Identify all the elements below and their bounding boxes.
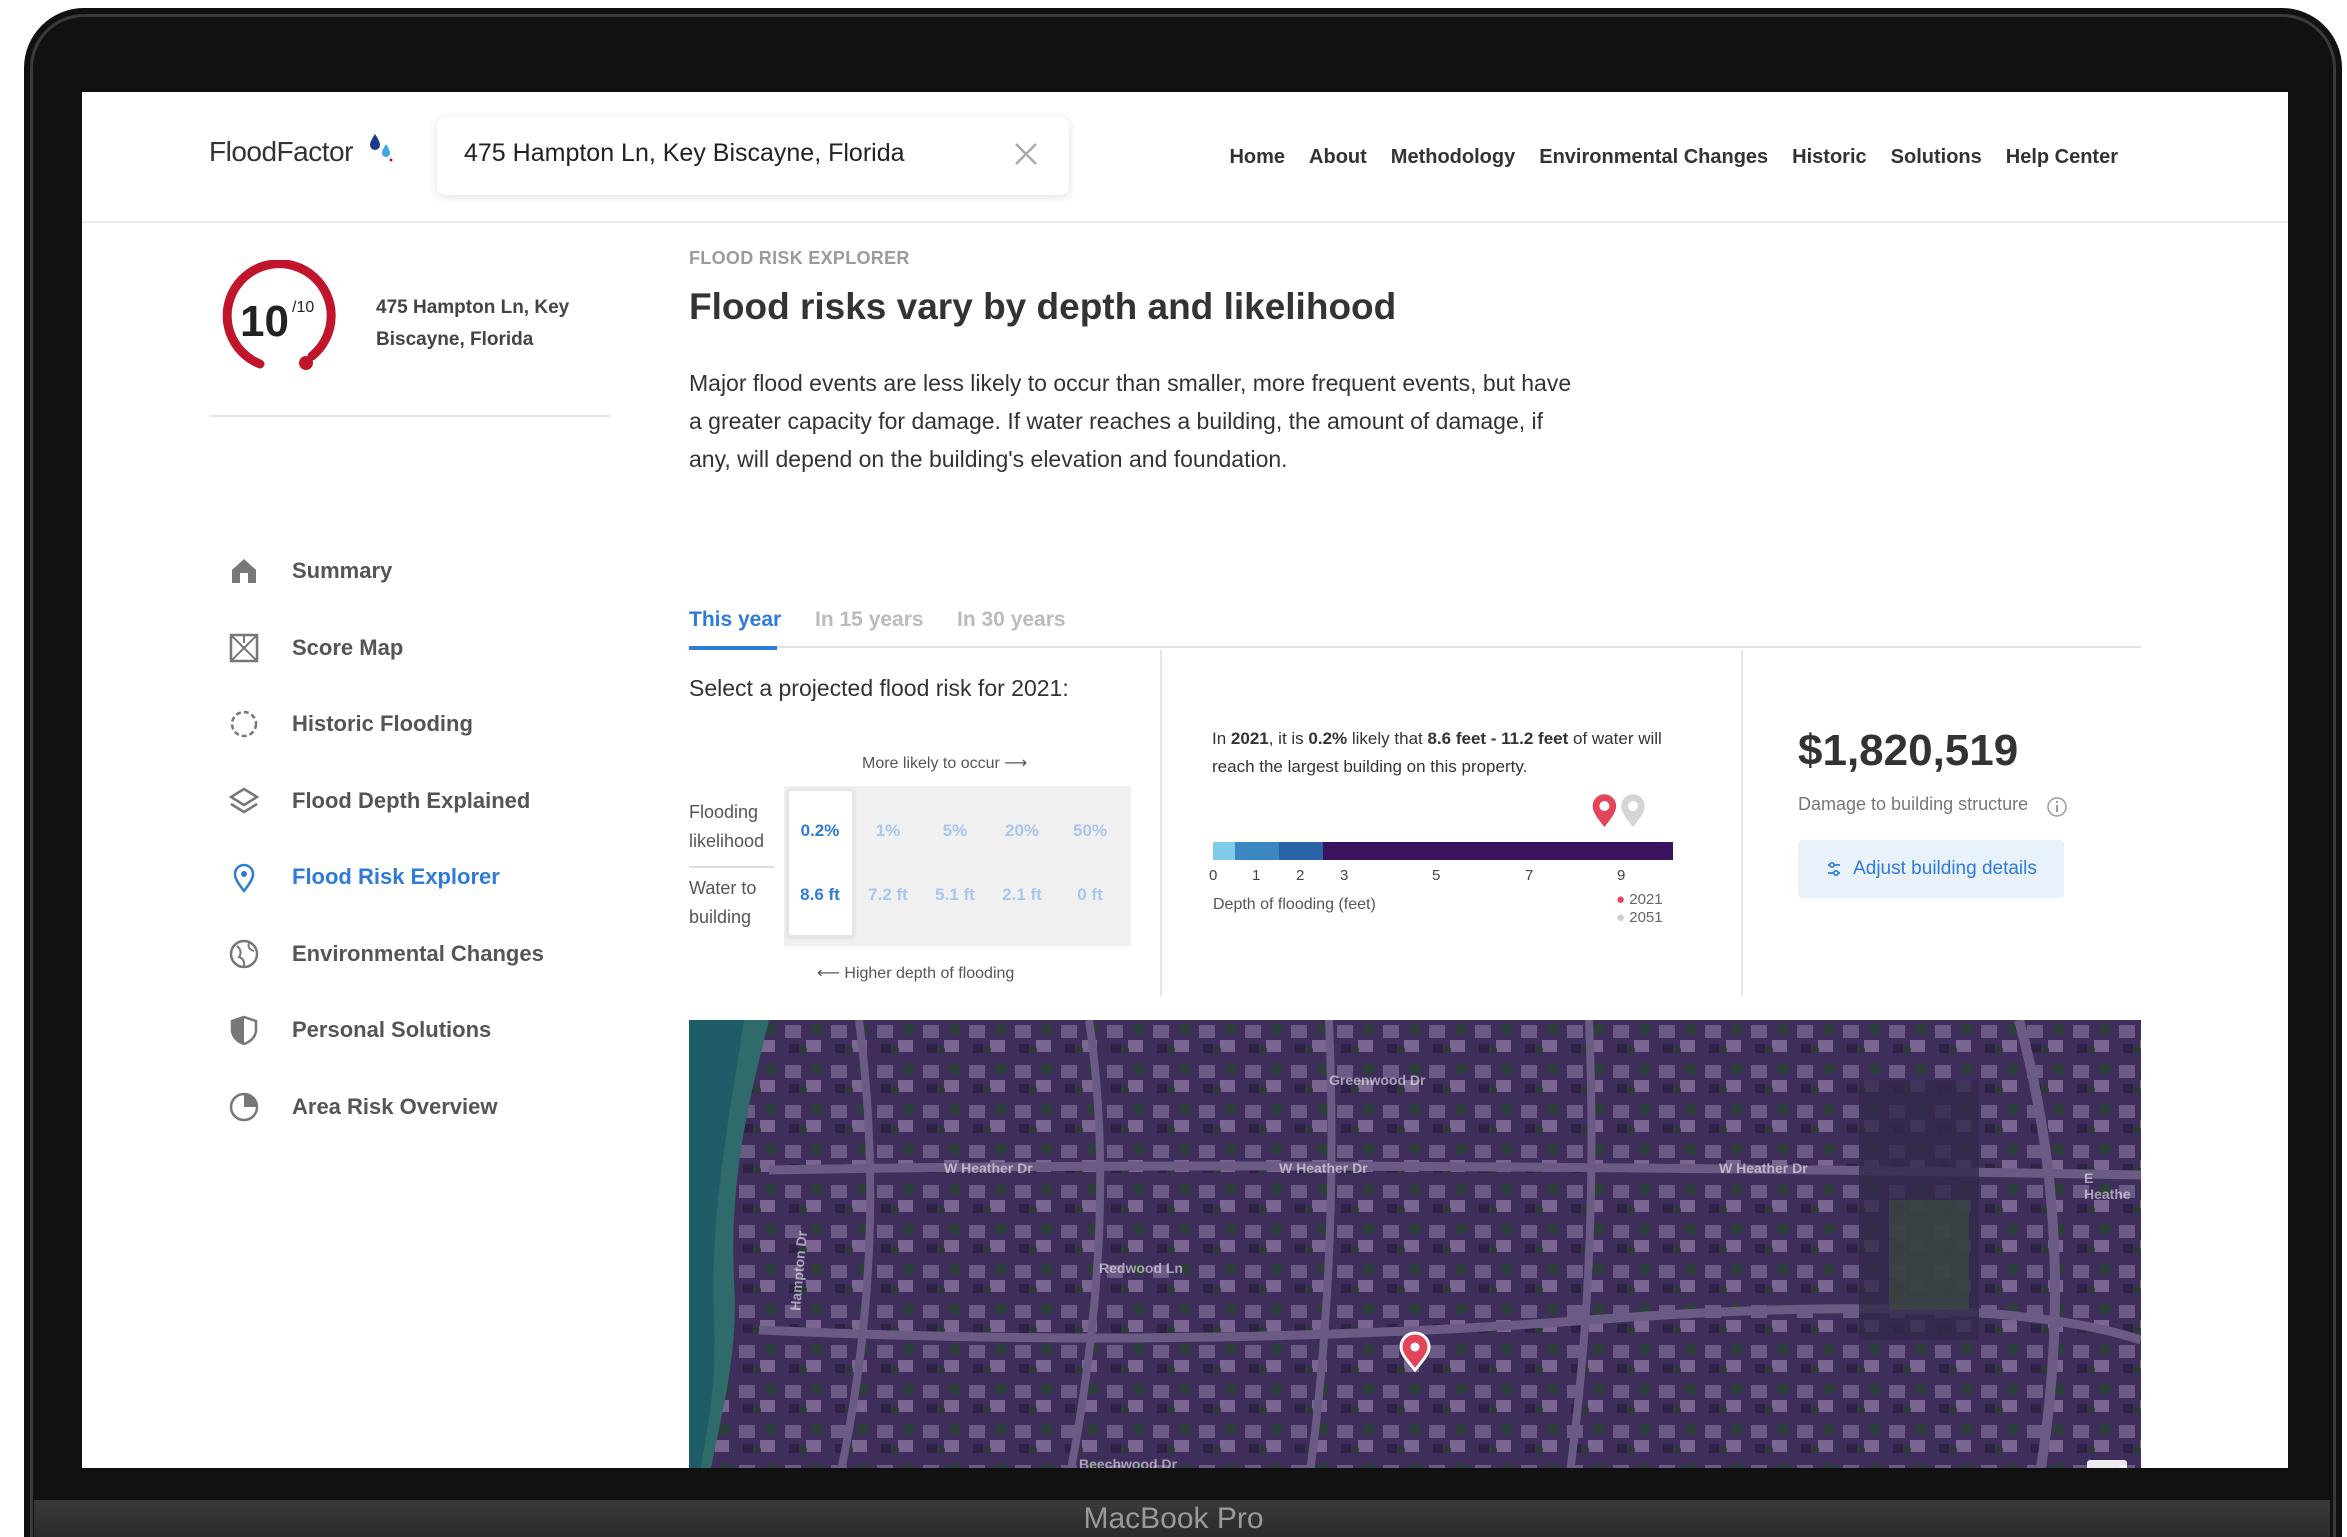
site-header: FloodFactor 475 Hampton Ln, Key Biscayne… <box>82 92 2288 223</box>
browser-screen: FloodFactor 475 Hampton Ln, Key Biscayne… <box>82 92 2288 1468</box>
layers-icon <box>228 787 260 814</box>
street-label: E Heathe <box>2084 1170 2131 1202</box>
nav-about[interactable]: About <box>1309 146 1367 169</box>
device-label: MacBook Pro <box>1083 1502 1264 1535</box>
pin-icon <box>233 863 255 894</box>
street-label: W Heather Dr <box>1719 1160 1808 1176</box>
timeframe-tabs: This year In 15 years In 30 years <box>689 608 2141 650</box>
section-eyebrow: FLOOD RISK EXPLORER <box>689 248 910 268</box>
drops-logo-icon <box>370 134 393 162</box>
shield-icon <box>230 1015 258 1046</box>
depth-option[interactable]: 8.6 ft <box>790 885 850 905</box>
divider <box>209 415 610 417</box>
depth-option[interactable]: 5.1 ft <box>925 885 985 905</box>
logo[interactable]: FloodFactor <box>209 136 353 168</box>
likelihood-option[interactable]: 0.2% <box>790 821 850 841</box>
likelihood-row-label: Flooding likelihood <box>689 802 765 851</box>
risk-sentence: In 2021, it is 0.2% likely that 8.6 feet… <box>1212 729 1662 776</box>
likelihood-option[interactable]: 5% <box>925 821 985 841</box>
depth-option[interactable]: 7.2 ft <box>858 885 918 905</box>
legend-2051: ● 2051 <box>1616 909 1663 926</box>
main-nav: Home About Methodology Environmental Cha… <box>1229 146 2118 169</box>
nav-environmental-changes[interactable]: Environmental Changes <box>1539 146 1768 169</box>
pie-icon <box>229 1092 259 1122</box>
damage-label: Damage to building structure <box>1798 794 2029 814</box>
address-search[interactable]: 475 Hampton Ln, Key Biscayne, Florida <box>437 117 1069 195</box>
page-description: Major flood events are less likely to oc… <box>689 370 1572 472</box>
tab-in-30-years[interactable]: In 30 years <box>957 608 1066 632</box>
home-icon <box>232 559 256 583</box>
depth-tick: 3 <box>1340 867 1349 884</box>
likelihood-option[interactable]: 20% <box>992 821 1052 841</box>
depth-tick: 0 <box>1209 867 1218 884</box>
nav-methodology[interactable]: Methodology <box>1391 146 1515 169</box>
history-icon <box>230 710 258 738</box>
sidebar-item-flood-depth-explained[interactable]: Flood Depth Explained <box>227 781 530 821</box>
close-icon[interactable] <box>1013 141 1039 167</box>
flood-score-value: 10 <box>240 297 289 346</box>
street-label: Greenwood Dr <box>1329 1072 1426 1088</box>
depth-tick: 7 <box>1525 867 1534 884</box>
divider <box>689 866 774 868</box>
info-icon[interactable] <box>2046 796 2068 818</box>
depth-axis-label: Depth of flooding (feet) <box>1213 896 1376 913</box>
map-icon <box>229 633 259 663</box>
nav-home[interactable]: Home <box>1229 146 1285 169</box>
depth-option[interactable]: 2.1 ft <box>992 885 1052 905</box>
likelihood-option[interactable]: 1% <box>858 821 918 841</box>
risk-select-title: Select a projected flood risk for 2021: <box>689 675 1069 701</box>
selected-risk-column[interactable] <box>787 789 854 937</box>
sidebar-item-flood-risk-explorer[interactable]: Flood Risk Explorer <box>227 857 500 897</box>
property-map[interactable]: Greenwood Dr W Heather Dr W Heather Dr W… <box>689 1020 2141 1468</box>
depth-marker-2021 <box>1590 791 1619 831</box>
higher-depth-label: ⟵ Higher depth of flooding <box>817 965 1015 982</box>
search-input[interactable]: 475 Hampton Ln, Key Biscayne, Florida <box>464 139 905 168</box>
expand-icon[interactable] <box>2087 1460 2127 1468</box>
property-address: 475 Hampton Ln, Key Biscayne, Florida <box>376 297 570 350</box>
damage-value: $1,820,519 <box>1798 726 2019 775</box>
sidebar-item-personal-solutions[interactable]: Personal Solutions <box>227 1010 491 1050</box>
depth-tick: 1 <box>1252 867 1261 884</box>
nav-solutions[interactable]: Solutions <box>1891 146 1982 169</box>
flood-score-max: /10 <box>292 299 314 316</box>
depth-option[interactable]: 0 ft <box>1060 885 1120 905</box>
water-row-label: Water to building <box>689 878 757 927</box>
street-label: W Heather Dr <box>944 1160 1033 1176</box>
page-title: Flood risks vary by depth and likelihood <box>689 286 1397 327</box>
likelihood-option[interactable]: 50% <box>1060 821 1120 841</box>
sliders-icon <box>1828 861 1841 877</box>
globe-icon <box>229 939 259 969</box>
adjust-building-button[interactable]: Adjust building details <box>1798 840 2064 898</box>
sidebar-item-environmental-changes[interactable]: Environmental Changes <box>227 934 544 974</box>
year-legend: ● 2021 ● 2051 <box>1616 891 1663 927</box>
sidebar-item-summary[interactable]: Summary <box>227 551 392 591</box>
sidebar-item-historic-flooding[interactable]: Historic Flooding <box>227 704 473 744</box>
street-label: Beechwood Dr <box>1079 1456 1178 1468</box>
flood-score-gauge: 10 /10 <box>222 260 336 370</box>
divider <box>1160 650 1162 996</box>
depth-tick: 9 <box>1617 867 1626 884</box>
street-label: W Heather Dr <box>1279 1160 1368 1176</box>
street-label: Redwood Ln <box>1099 1260 1183 1276</box>
sidebar-item-area-risk-overview[interactable]: Area Risk Overview <box>227 1087 497 1127</box>
nav-historic[interactable]: Historic <box>1792 146 1866 169</box>
more-likely-label: More likely to occur ⟶ <box>862 755 1028 772</box>
depth-marker-2051 <box>1618 791 1648 831</box>
active-tab-indicator <box>689 646 777 650</box>
depth-tick: 2 <box>1296 867 1305 884</box>
nav-help-center[interactable]: Help Center <box>2006 146 2118 169</box>
legend-2021: ● 2021 <box>1616 891 1663 908</box>
depth-markers <box>1590 791 1648 831</box>
sidebar-item-score-map[interactable]: Score Map <box>227 628 403 668</box>
tab-in-15-years[interactable]: In 15 years <box>815 608 924 632</box>
tab-this-year[interactable]: This year <box>689 608 781 632</box>
depth-tick: 5 <box>1432 867 1441 884</box>
divider <box>1741 650 1743 996</box>
